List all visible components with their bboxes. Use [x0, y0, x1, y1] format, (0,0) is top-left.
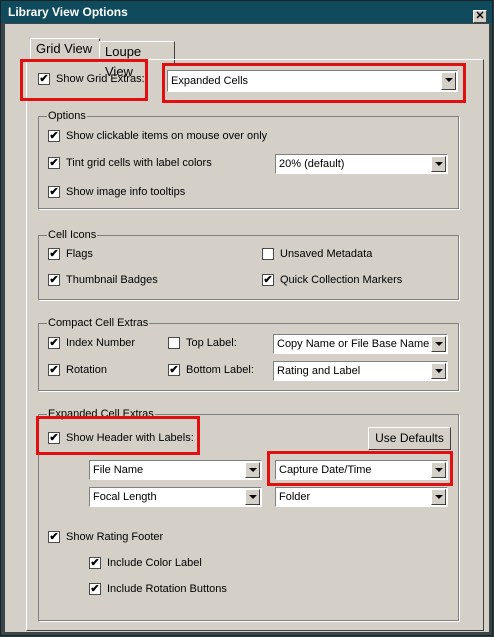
unsaved-metadata-checkbox[interactable]: [262, 248, 274, 260]
index-number-label: Index Number: [66, 337, 136, 349]
header-field-1-dropdown[interactable]: File Name: [89, 460, 262, 480]
checkmark-icon: ✔: [90, 583, 100, 595]
clickable-items-label: Show clickable items on mouse over only: [66, 130, 268, 142]
highlight-capture-date: [267, 451, 453, 486]
checkmark-icon: ✔: [49, 248, 59, 260]
chevron-down-icon[interactable]: [431, 489, 446, 505]
tab-label: Grid View: [36, 41, 93, 56]
checkmark-icon: ✔: [49, 337, 59, 349]
clickable-items-checkbox[interactable]: ✔: [48, 130, 60, 142]
chevron-down-icon[interactable]: [431, 336, 446, 352]
chevron-down-icon[interactable]: [245, 462, 260, 478]
unsaved-metadata-label: Unsaved Metadata: [280, 248, 373, 260]
tint-cells-checkbox[interactable]: ✔: [48, 157, 60, 169]
checkmark-icon: ✔: [49, 531, 59, 543]
dropdown-value: Folder: [279, 491, 311, 503]
include-rotation-buttons-checkbox[interactable]: ✔: [89, 583, 101, 595]
title-bar[interactable]: Library View Options ✕: [1, 1, 492, 23]
chevron-down-icon[interactable]: [431, 363, 446, 379]
group-title: Options: [47, 110, 87, 122]
highlight-expanded-cells: [162, 63, 466, 103]
bottom-label-checkbox[interactable]: ✔: [168, 364, 180, 376]
dropdown-value: Focal Length: [93, 491, 157, 503]
include-color-label-label: Include Color Label: [107, 557, 202, 569]
checkmark-icon: ✔: [49, 186, 59, 198]
checkmark-icon: ✔: [49, 130, 59, 142]
rating-footer-checkbox[interactable]: ✔: [48, 531, 60, 543]
thumbnail-badges-label: Thumbnail Badges: [66, 274, 158, 286]
rating-footer-label: Show Rating Footer: [66, 531, 164, 543]
thumbnail-badges-checkbox[interactable]: ✔: [48, 274, 60, 286]
window-title: Library View Options: [8, 5, 128, 19]
quick-collection-label: Quick Collection Markers: [280, 274, 403, 286]
checkmark-icon: ✔: [169, 364, 179, 376]
tint-amount-dropdown[interactable]: 20% (default): [275, 154, 448, 174]
dropdown-value: Rating and Label: [277, 365, 361, 377]
flags-label: Flags: [66, 248, 93, 260]
quick-collection-checkbox[interactable]: ✔: [262, 274, 274, 286]
header-field-3-dropdown[interactable]: Focal Length: [89, 487, 262, 507]
top-label-dropdown[interactable]: Copy Name or File Base Name: [273, 334, 448, 354]
group-title: Compact Cell Extras: [47, 317, 150, 329]
index-number-checkbox[interactable]: ✔: [48, 337, 60, 349]
bottom-label-label: Bottom Label:: [186, 364, 254, 376]
dropdown-value: Copy Name or File Base Name: [277, 338, 430, 350]
dialog-body: Grid View Loupe View ✔ Show Grid Extras:…: [5, 24, 489, 632]
rotation-label: Rotation: [66, 364, 107, 376]
flags-checkbox[interactable]: ✔: [48, 248, 60, 260]
bottom-label-dropdown[interactable]: Rating and Label: [273, 361, 448, 381]
top-label-checkbox[interactable]: [168, 337, 180, 349]
highlight-show-header: [36, 416, 200, 455]
top-label-label: Top Label:: [186, 337, 237, 349]
checkmark-icon: ✔: [49, 364, 59, 376]
include-color-label-checkbox[interactable]: ✔: [89, 557, 101, 569]
cell-icons-group: Cell Icons: [38, 229, 459, 300]
include-rotation-buttons-label: Include Rotation Buttons: [107, 583, 227, 595]
info-tooltips-label: Show image info tooltips: [66, 186, 186, 198]
use-defaults-button[interactable]: Use Defaults: [368, 427, 451, 450]
checkmark-icon: ✔: [263, 274, 273, 286]
checkmark-icon: ✔: [90, 557, 100, 569]
checkmark-icon: ✔: [49, 157, 59, 169]
dropdown-value: File Name: [93, 464, 144, 476]
group-title: Cell Icons: [47, 229, 98, 241]
close-icon[interactable]: ✕: [473, 10, 487, 23]
dropdown-value: 20% (default): [279, 158, 345, 170]
highlight-show-grid-extras: [20, 59, 148, 101]
chevron-down-icon[interactable]: [245, 489, 260, 505]
rotation-checkbox[interactable]: ✔: [48, 364, 60, 376]
tint-cells-label: Tint grid cells with label colors: [66, 157, 212, 169]
info-tooltips-checkbox[interactable]: ✔: [48, 186, 60, 198]
chevron-down-icon[interactable]: [431, 156, 446, 172]
checkmark-icon: ✔: [49, 274, 59, 286]
header-field-4-dropdown[interactable]: Folder: [275, 487, 448, 507]
tab-grid-view[interactable]: Grid View: [30, 38, 100, 61]
